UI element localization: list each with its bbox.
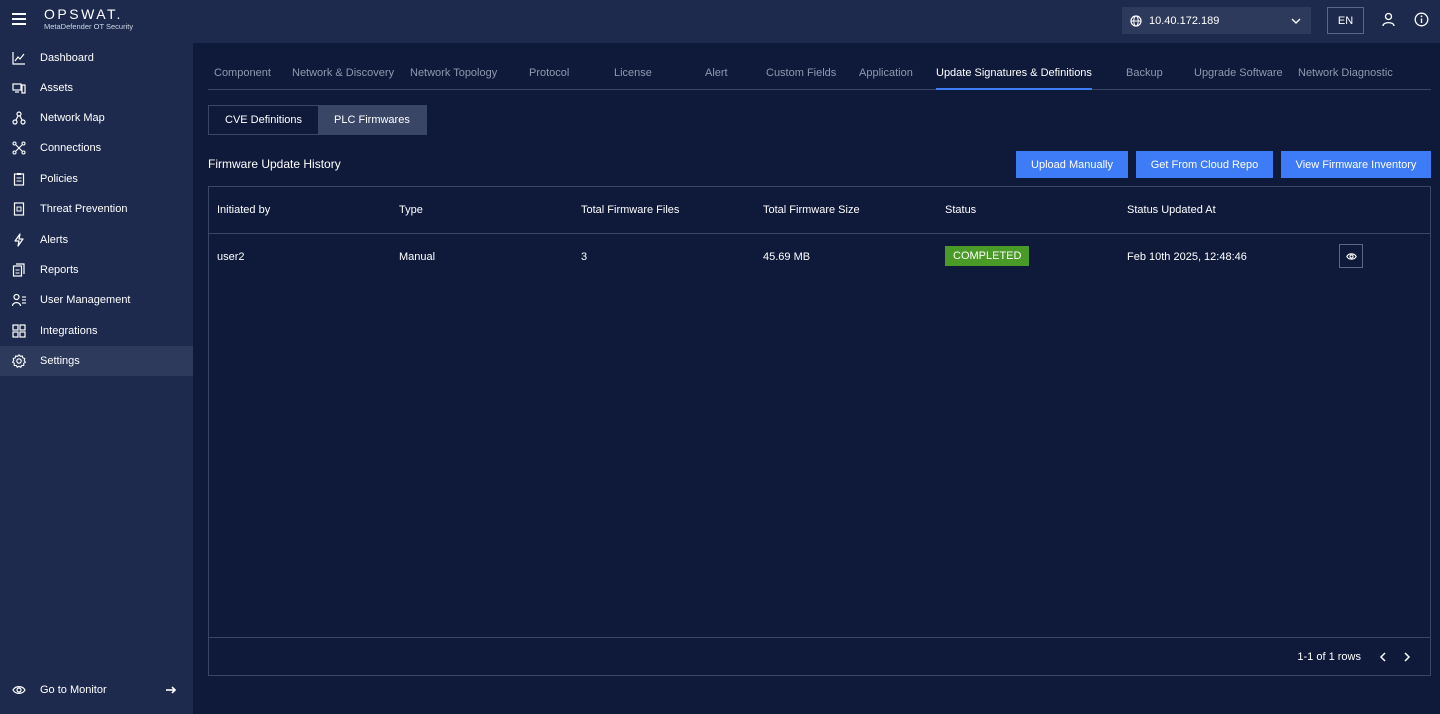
logo-main: OPSWAT.: [44, 6, 123, 22]
sidebar-item-label: Reports: [40, 264, 79, 276]
go-to-monitor[interactable]: Go to Monitor: [0, 676, 193, 704]
sidebar-item-reports[interactable]: Reports: [0, 255, 193, 285]
tab-network-diagnostic[interactable]: Network Diagnostic: [1298, 67, 1393, 90]
tab-network-topology[interactable]: Network Topology: [410, 67, 497, 90]
go-to-monitor-label: Go to Monitor: [40, 684, 107, 696]
definition-subtabs: CVE Definitions PLC Firmwares: [208, 105, 427, 135]
table-row: user2 Manual 3 45.69 MB COMPLETED Feb 10…: [209, 234, 1430, 279]
cell-size: 45.69 MB: [763, 251, 811, 263]
sidebar-item-settings[interactable]: Settings: [0, 346, 193, 376]
cell-updated-at: Feb 10th 2025, 12:48:46: [1127, 251, 1247, 263]
connections-icon: [12, 141, 26, 155]
globe-icon: [1130, 14, 1142, 27]
gear-icon: [12, 354, 26, 368]
logo-sub: MetaDefender OT Security: [44, 22, 134, 31]
sidebar-item-integrations[interactable]: Integrations: [0, 316, 193, 346]
get-from-cloud-repo-button[interactable]: Get From Cloud Repo: [1136, 151, 1273, 178]
table-header: Initiated by Type Total Firmware Files T…: [209, 187, 1430, 234]
settings-tabs: Component Network & Discovery Network To…: [208, 56, 1431, 90]
chevron-left-icon[interactable]: [1376, 650, 1390, 664]
sidebar-item-label: Dashboard: [40, 52, 94, 64]
firmware-history-table: Initiated by Type Total Firmware Files T…: [208, 186, 1431, 676]
tab-protocol[interactable]: Protocol: [529, 67, 569, 90]
clipboard-icon: [13, 173, 25, 186]
sidebar-item-user-management[interactable]: User Management: [0, 285, 193, 315]
chevron-down-icon: [1291, 18, 1301, 24]
sidebar-item-policies[interactable]: Policies: [0, 164, 193, 194]
sidebar-item-label: User Management: [40, 294, 131, 306]
menu-icon[interactable]: [12, 13, 26, 25]
tab-upgrade-software[interactable]: Upgrade Software: [1194, 67, 1283, 90]
sidebar: Dashboard Assets Network Map Connections…: [0, 43, 193, 714]
tab-alert[interactable]: Alert: [705, 67, 728, 90]
ip-select[interactable]: 10.40.172.189: [1122, 7, 1311, 34]
tab-license[interactable]: License: [614, 67, 652, 90]
integrations-icon: [12, 324, 26, 338]
status-badge: COMPLETED: [945, 246, 1030, 266]
top-bar: OPSWAT. MetaDefender OT Security 10.40.1…: [0, 0, 1440, 43]
tab-component[interactable]: Component: [214, 67, 271, 90]
cell-files: 3: [581, 251, 588, 263]
table-footer: 1-1 of 1 rows: [209, 637, 1430, 676]
subtab-plc-firmwares[interactable]: PLC Firmwares: [318, 106, 426, 134]
view-details-button[interactable]: [1339, 244, 1363, 268]
column-header: Total Firmware Files: [581, 204, 680, 216]
lightning-icon: [14, 233, 24, 247]
tab-custom-fields[interactable]: Custom Fields: [766, 67, 836, 90]
cell-type: Manual: [399, 251, 436, 263]
report-icon: [12, 263, 25, 277]
document-shield-icon: [13, 202, 25, 216]
section-title: Firmware Update History: [208, 157, 341, 171]
tab-update-signatures[interactable]: Update Signatures & Definitions: [936, 67, 1092, 90]
sidebar-item-label: Integrations: [40, 325, 98, 337]
sidebar-item-label: Alerts: [40, 234, 69, 246]
network-icon: [12, 111, 26, 125]
eye-icon: [12, 686, 26, 694]
arrow-right-icon: [166, 686, 177, 694]
column-header: Status Updated At: [1127, 204, 1216, 216]
column-header: Status: [945, 204, 977, 216]
column-header: Type: [399, 204, 423, 216]
sidebar-item-label: Threat Prevention: [40, 203, 128, 215]
view-firmware-inventory-button[interactable]: View Firmware Inventory: [1281, 151, 1431, 178]
language-button[interactable]: EN: [1327, 7, 1364, 34]
sidebar-item-threat-prevention[interactable]: Threat Prevention: [0, 194, 193, 224]
sidebar-item-label: Policies: [40, 173, 78, 185]
pagination-text: 1-1 of 1 rows: [1297, 651, 1361, 663]
devices-icon: [12, 83, 26, 94]
sidebar-item-connections[interactable]: Connections: [0, 133, 193, 163]
tab-application[interactable]: Application: [859, 67, 913, 90]
column-header: Total Firmware Size: [763, 204, 860, 216]
chevron-right-icon[interactable]: [1400, 650, 1414, 664]
column-header: Initiated by: [217, 204, 271, 216]
upload-manually-button[interactable]: Upload Manually: [1016, 151, 1128, 178]
sidebar-item-label: Assets: [40, 82, 74, 94]
sidebar-item-dashboard[interactable]: Dashboard: [0, 43, 193, 73]
sidebar-item-label: Network Map: [40, 112, 105, 124]
logo: OPSWAT. MetaDefender OT Security: [44, 6, 134, 32]
sidebar-item-label: Connections: [40, 142, 102, 154]
tab-backup[interactable]: Backup: [1126, 67, 1163, 90]
subtab-cve-definitions[interactable]: CVE Definitions: [209, 106, 318, 134]
tab-network-discovery[interactable]: Network & Discovery: [292, 67, 394, 90]
sidebar-item-assets[interactable]: Assets: [0, 73, 193, 103]
chart-line-icon: [12, 52, 25, 65]
sidebar-item-alerts[interactable]: Alerts: [0, 225, 193, 255]
sidebar-item-network-map[interactable]: Network Map: [0, 103, 193, 133]
user-icon[interactable]: [1381, 12, 1396, 27]
ip-address: 10.40.172.189: [1149, 14, 1220, 27]
sidebar-item-label: Settings: [40, 355, 80, 367]
info-icon[interactable]: [1414, 12, 1429, 27]
cell-initiated-by: user2: [217, 251, 245, 263]
eye-icon: [1345, 252, 1357, 260]
user-list-icon: [12, 293, 26, 307]
